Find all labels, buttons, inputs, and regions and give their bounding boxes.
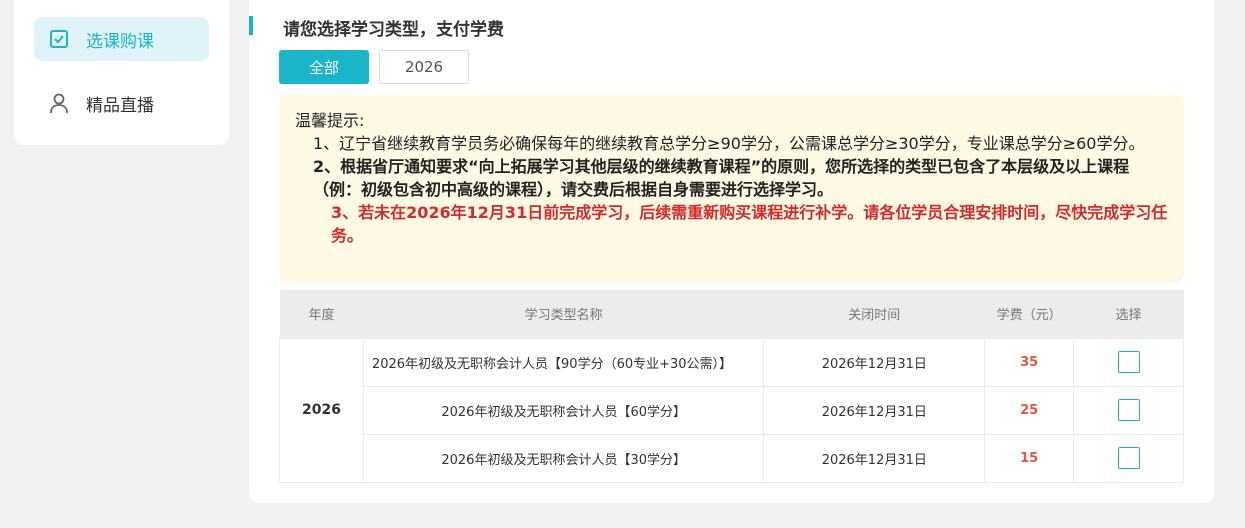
notice-box: 温馨提示: 1、辽宁省继续教育学员务必确保每年的继续教育总学分≥90学分，公需课… [279, 95, 1184, 283]
year-cell: 2026 [279, 337, 364, 483]
notice-line-1: 1、辽宁省继续教育学员务必确保每年的继续教育总学分≥90学分，公需课总学分≥30… [313, 134, 1145, 153]
table-row: 2026年初级及无职称会计人员【60学分】 2026年12月31日 25 [280, 385, 1184, 435]
notice-line-2: 2、根据省厅通知要求“向上拓展学习其他层级的继续教育课程”的原则，您所选择的类型… [313, 157, 1130, 199]
page-title: 请您选择学习类型，支付学费 [283, 20, 504, 40]
notice-line-3: 3、若未在2026年12月31日前完成学习，后续需重新购买课程进行补学。请各位学… [331, 203, 1168, 245]
course-name: 2026年初级及无职称会计人员【30学分】 [362, 433, 765, 483]
close-time: 2026年12月31日 [763, 433, 986, 483]
select-checkbox[interactable] [1117, 351, 1140, 373]
sidebar-item-label: 精品直播 [86, 95, 154, 116]
course-name: 2026年初级及无职称会计人员【90学分（60专业+30公需）】 [362, 337, 765, 387]
course-table: 年度 学习类型名称 关闭时间 学费（元） 选择 2026 2026年初级及无职称… [279, 290, 1184, 483]
main-panel: 请您选择学习类型，支付学费 全部 2026 温馨提示: 1、辽宁省继续教育学员务… [249, 0, 1214, 503]
close-time: 2026年12月31日 [763, 337, 986, 387]
fee: 25 [984, 385, 1075, 435]
fee: 15 [984, 433, 1075, 483]
header-fee: 学费（元） [984, 290, 1074, 338]
table-row: 2026年初级及无职称会计人员【30学分】 2026年12月31日 15 [280, 433, 1184, 483]
sidebar: 选课购课 精品直播 [14, 0, 229, 145]
select-cell [1073, 337, 1184, 387]
close-time: 2026年12月31日 [763, 385, 986, 435]
header-type-name: 学习类型名称 [363, 290, 764, 338]
select-cell [1073, 433, 1184, 483]
select-cell [1073, 385, 1184, 435]
sidebar-item-course-purchase[interactable]: 选课购课 [34, 17, 209, 61]
header-year: 年度 [279, 290, 364, 338]
header-close-time: 关闭时间 [763, 290, 985, 338]
notice-heading: 温馨提示: [295, 111, 365, 130]
tab-2026[interactable]: 2026 [379, 50, 469, 84]
title-accent-bar [249, 16, 253, 35]
fee: 35 [984, 337, 1075, 387]
tab-all[interactable]: 全部 [279, 50, 369, 84]
checkbox-icon [48, 28, 70, 50]
table-header-row: 年度 学习类型名称 关闭时间 学费（元） 选择 [279, 290, 1184, 338]
select-checkbox[interactable] [1117, 447, 1140, 469]
header-select: 选择 [1073, 290, 1184, 338]
table-row: 2026 2026年初级及无职称会计人员【90学分（60专业+30公需）】 20… [279, 337, 1184, 483]
sidebar-item-live[interactable]: 精品直播 [34, 81, 209, 125]
select-checkbox[interactable] [1117, 399, 1140, 421]
course-name: 2026年初级及无职称会计人员【60学分】 [362, 385, 765, 435]
sidebar-item-label: 选课购课 [86, 31, 154, 52]
user-icon [48, 92, 70, 114]
